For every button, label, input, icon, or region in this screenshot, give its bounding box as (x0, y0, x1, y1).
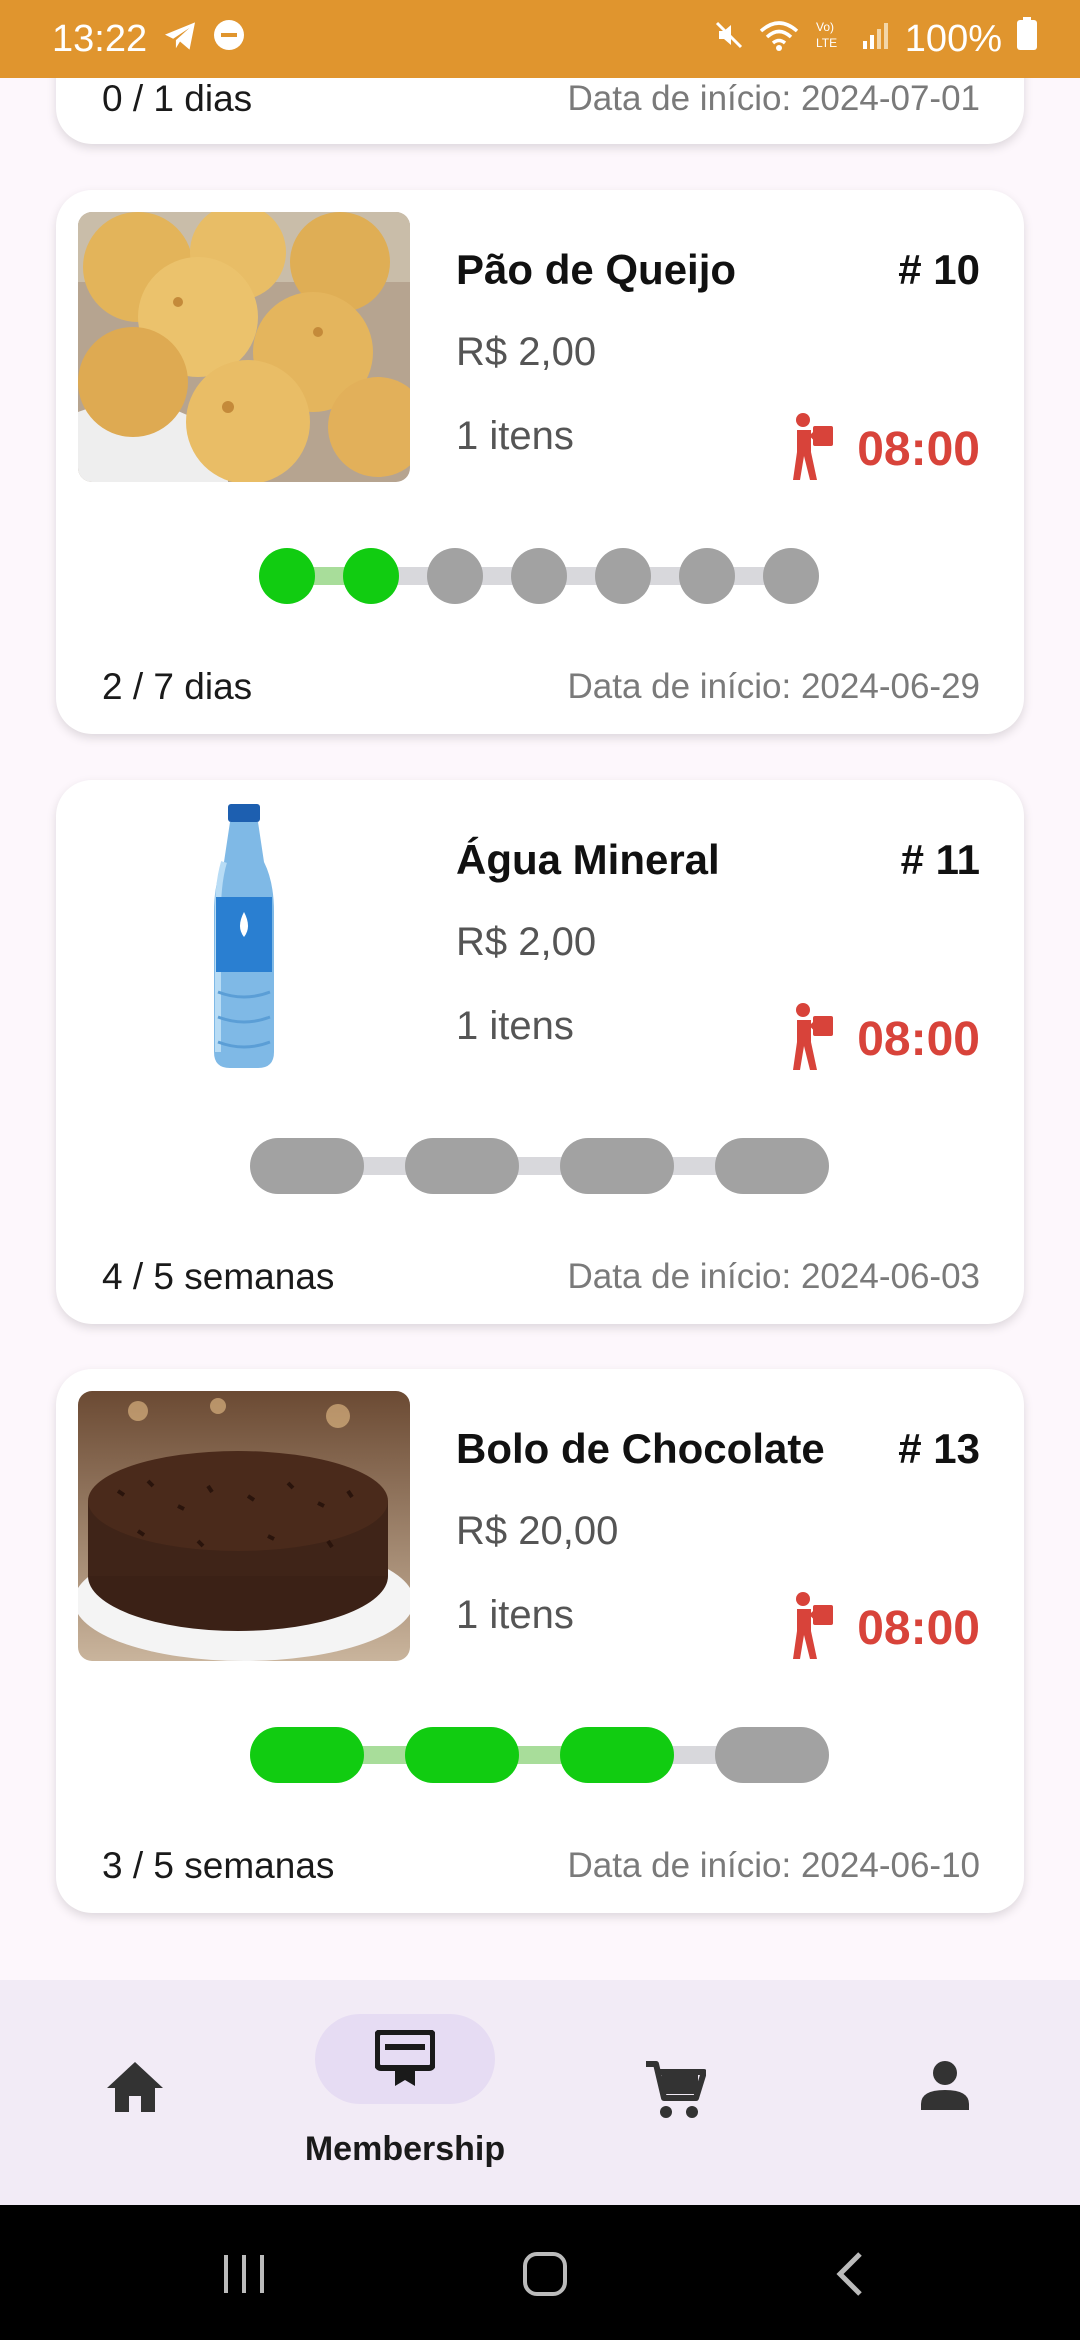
signal-icon (861, 18, 891, 61)
progress-text: 3 / 5 semanas (102, 1845, 335, 1886)
volte-icon: Vo) LTE (813, 17, 847, 61)
delivery-time: 08:00 (789, 1002, 980, 1077)
progress-step-3 (427, 548, 483, 604)
progress-step-1 (259, 548, 315, 604)
delivery-time-text: 08:00 (857, 423, 980, 476)
progress-step-4 (511, 548, 567, 604)
order-number: # 13 (898, 1425, 980, 1472)
item-count: 1 itens (456, 414, 574, 458)
progress-step-4 (715, 1727, 829, 1783)
svg-text:LTE: LTE (816, 36, 837, 50)
card-meta: 4 / 5 semanas Data de início: 2024-06-03 (102, 1256, 980, 1298)
bottom-navigation: Membership (0, 1980, 1080, 2205)
system-navigation-bar (0, 2205, 1080, 2340)
item-count: 1 itens (456, 1004, 574, 1048)
progress-step-2 (405, 1138, 519, 1194)
nav-membership[interactable] (365, 1980, 445, 2205)
do-not-disturb-icon (213, 18, 245, 61)
progress-step-5 (595, 548, 651, 604)
home-button-icon[interactable] (522, 2251, 568, 2302)
product-image-bolo-de-chocolate (78, 1391, 410, 1661)
delivery-time-text: 08:00 (857, 1602, 980, 1655)
delivery-person-icon (789, 1591, 835, 1666)
home-icon (105, 2060, 165, 2119)
order-number: # 10 (898, 246, 980, 293)
profile-icon (920, 2060, 970, 2115)
order-number: # 11 (900, 836, 980, 883)
battery-percentage: 100% (904, 17, 1002, 60)
nav-profile[interactable] (905, 1980, 985, 2205)
card-meta: 3 / 5 semanas Data de início: 2024-06-10 (102, 1845, 980, 1887)
delivery-time: 08:00 (789, 412, 980, 487)
card-meta: 0 / 1 dias Data de início: 2024-07-01 (102, 78, 980, 120)
subscription-card[interactable]: Bolo de Chocolate # 13 R$ 20,00 1 itens … (56, 1369, 1024, 1913)
product-title: Pão de Queijo (456, 246, 737, 293)
product-price: R$ 20,00 (456, 1509, 619, 1553)
telegram-icon (163, 18, 197, 61)
start-date: Data de início: 2024-06-03 (567, 1257, 981, 1296)
membership-icon (374, 2029, 436, 2093)
subscription-card[interactable]: Pão de Queijo # 10 R$ 2,00 1 itens 08:00… (56, 190, 1024, 734)
start-date: Data de início: 2024-06-10 (567, 1846, 981, 1885)
start-date: Data de início: 2024-07-01 (567, 79, 981, 118)
delivery-time: 08:00 (789, 1591, 980, 1666)
progress-step-7 (763, 548, 819, 604)
progress-text: 0 / 1 dias (102, 78, 253, 119)
svg-text:Vo): Vo) (816, 20, 834, 34)
product-title: Bolo de Chocolate (456, 1425, 825, 1472)
delivery-person-icon (789, 1002, 835, 1077)
item-count: 1 itens (456, 1593, 574, 1637)
product-price: R$ 2,00 (456, 330, 597, 374)
recent-apps-icon[interactable] (222, 2253, 266, 2300)
card-meta: 2 / 7 dias Data de início: 2024-06-29 (102, 666, 980, 708)
back-icon[interactable] (834, 2251, 864, 2302)
product-price: R$ 2,00 (456, 920, 597, 964)
progress-step-3 (560, 1138, 674, 1194)
mute-icon (713, 18, 745, 61)
cart-icon (644, 2060, 707, 2125)
progress-step-4 (715, 1138, 829, 1194)
progress-step-1 (250, 1138, 364, 1194)
progress-step-1 (250, 1727, 364, 1783)
product-image-pao-de-queijo (78, 212, 410, 482)
nav-cart[interactable] (635, 1980, 715, 2205)
progress-step-3 (560, 1727, 674, 1783)
delivery-person-icon (789, 412, 835, 487)
status-time: 13:22 (52, 17, 148, 60)
start-date: Data de início: 2024-06-29 (567, 667, 981, 706)
wifi-icon (759, 18, 799, 61)
nav-home[interactable] (95, 1980, 175, 2205)
progress-text: 4 / 5 semanas (102, 1256, 335, 1297)
subscription-card[interactable]: Água Mineral # 11 R$ 2,00 1 itens 08:00 … (56, 780, 1024, 1324)
battery-icon (1016, 17, 1038, 61)
progress-step-6 (679, 548, 735, 604)
progress-step-2 (343, 548, 399, 604)
status-bar: 13:22 Vo) LTE 100% (0, 0, 1080, 78)
progress-text: 2 / 7 dias (102, 666, 253, 707)
progress-step-2 (405, 1727, 519, 1783)
product-image-agua-mineral (78, 802, 410, 1072)
delivery-time-text: 08:00 (857, 1013, 980, 1066)
product-title: Água Mineral (456, 836, 720, 883)
